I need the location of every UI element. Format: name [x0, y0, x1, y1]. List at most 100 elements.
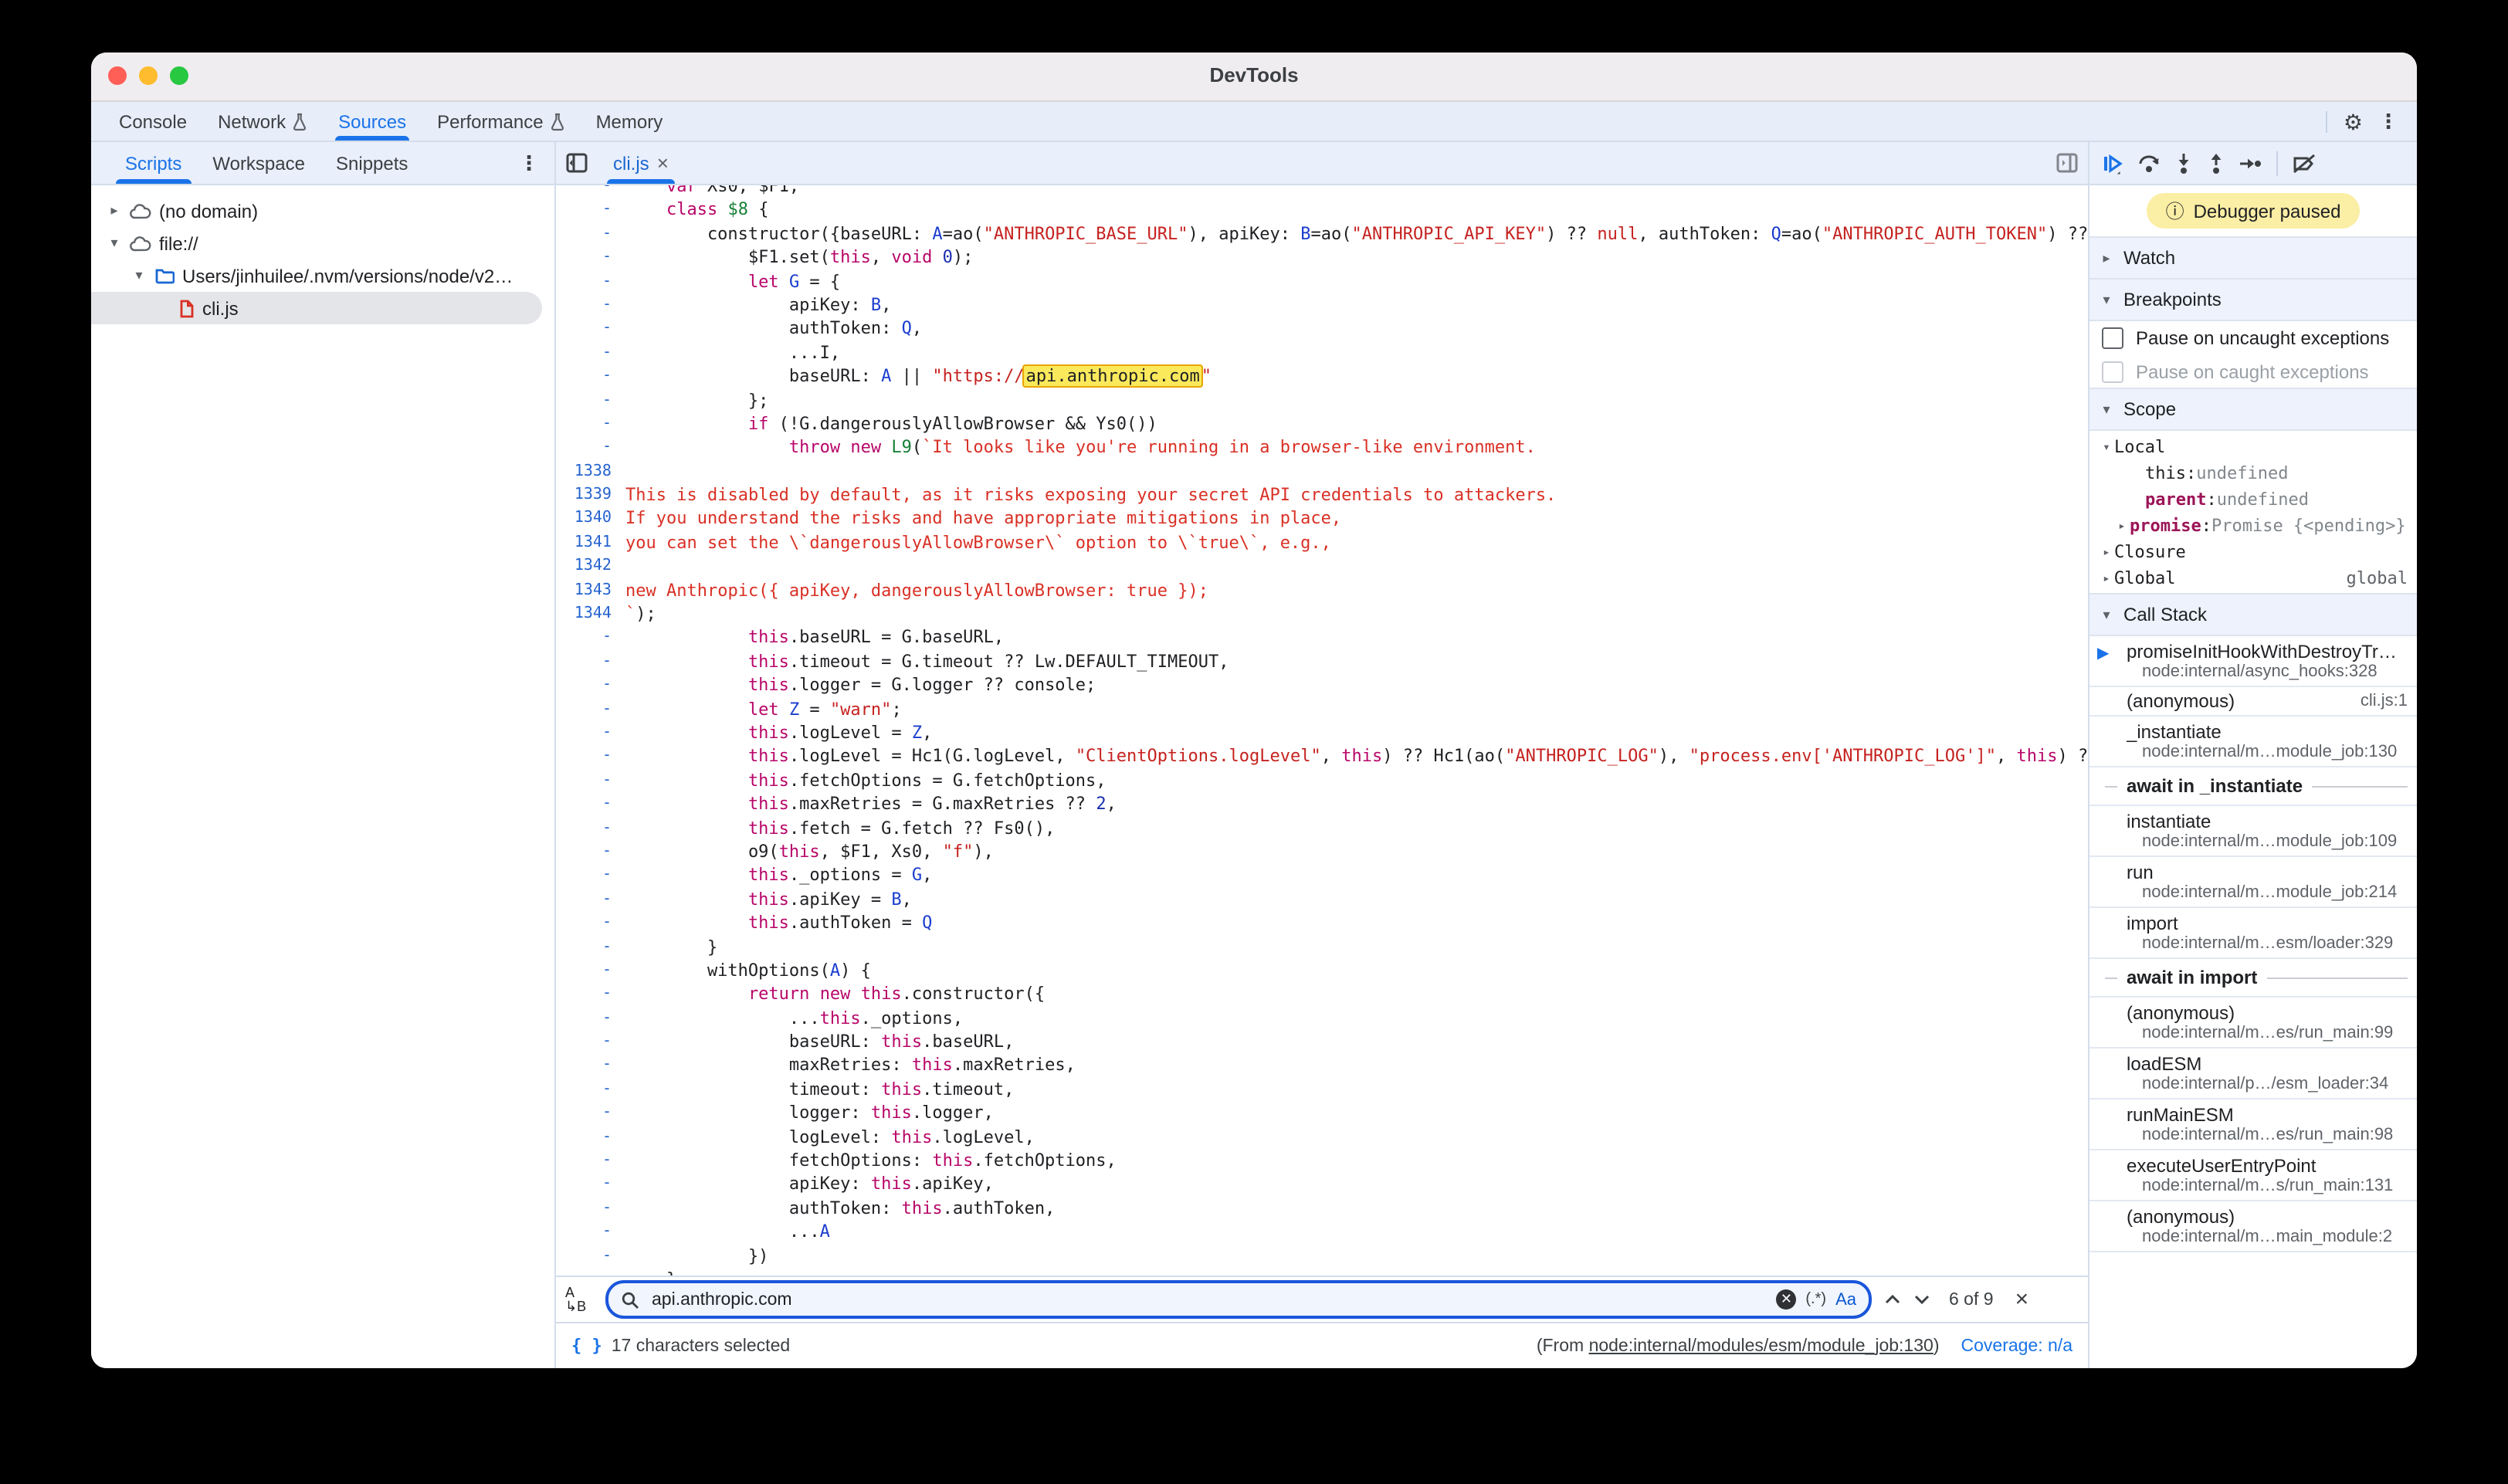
code-line[interactable]: -} — [556, 935, 2088, 959]
code-line[interactable]: -}; — [556, 388, 2088, 412]
call-stack-frame[interactable]: instantiatenode:internal/m…module_job:10… — [2089, 806, 2417, 857]
main-tab-console[interactable]: Console — [103, 102, 202, 141]
gutter-line-number[interactable]: 1342 — [556, 555, 625, 579]
resume-script-icon[interactable] — [2102, 152, 2123, 174]
code-line[interactable]: 1344`); — [556, 602, 2088, 626]
call-stack-frame[interactable]: runnode:internal/m…module_job:214 — [2089, 857, 2417, 908]
code-line[interactable]: -maxRetries: this.maxRetries, — [556, 1054, 2088, 1078]
code-line[interactable]: 1340If you understand the risks and have… — [556, 507, 2088, 531]
section-call-stack[interactable]: ▾ Call Stack — [2089, 593, 2417, 636]
code-line[interactable]: -...A — [556, 1220, 2088, 1244]
code-line[interactable]: -this._options = G, — [556, 864, 2088, 888]
code-line[interactable]: 1341you can set the \`dangerouslyAllowBr… — [556, 531, 2088, 555]
gutter-dash[interactable]: - — [556, 626, 625, 650]
step-over-icon[interactable] — [2137, 152, 2161, 174]
gutter-line-number[interactable]: 1341 — [556, 531, 625, 555]
gutter-dash[interactable]: - — [556, 1078, 625, 1102]
gutter-dash[interactable]: - — [556, 317, 625, 341]
call-stack-frame[interactable]: _instantiatenode:internal/m…module_job:1… — [2089, 717, 2417, 767]
section-scope[interactable]: ▾ Scope — [2089, 388, 2417, 431]
previous-match-icon[interactable] — [1884, 1294, 1901, 1305]
call-stack-frame[interactable]: (anonymous)node:internal/m…es/run_main:9… — [2089, 998, 2417, 1049]
gutter-dash[interactable]: - — [556, 697, 625, 721]
code-line[interactable]: 1339This is disabled by default, as it r… — [556, 483, 2088, 507]
code-line[interactable]: -this.fetchOptions = G.fetchOptions, — [556, 769, 2088, 793]
code-line[interactable]: -this.fetch = G.fetch ?? Fs0(), — [556, 816, 2088, 840]
code-line[interactable]: -...this._options, — [556, 1006, 2088, 1030]
code-editor[interactable]: -var Xs0, $F1;-class $8 {-constructor({b… — [556, 185, 2088, 1276]
gutter-dash[interactable]: - — [556, 412, 625, 436]
gutter-dash[interactable]: - — [556, 1125, 625, 1149]
gutter-dash[interactable]: - — [556, 1268, 625, 1276]
navigator-more-icon[interactable]: ⋮ — [519, 153, 539, 173]
code-line[interactable]: -this.timeout = G.timeout ?? Lw.DEFAULT_… — [556, 650, 2088, 674]
code-line[interactable]: -this.apiKey = B, — [556, 887, 2088, 911]
code-line[interactable]: -throw new L9(`It looks like you're runn… — [556, 436, 2088, 460]
tree-caret-icon[interactable]: ▸ — [2114, 519, 2130, 533]
code-line[interactable]: -var Xs0, $F1; — [556, 185, 2088, 198]
scope-row[interactable]: ▸Closure — [2089, 539, 2417, 565]
hide-navigator-icon[interactable] — [565, 151, 588, 174]
tab-cli-js[interactable]: cli.js × — [598, 142, 684, 184]
gutter-line-number[interactable]: 1338 — [556, 459, 625, 483]
tree-caret-icon[interactable]: ▾ — [131, 267, 147, 284]
code-line[interactable]: 1338 — [556, 459, 2088, 483]
code-line[interactable]: 1342 — [556, 555, 2088, 579]
gutter-line-number[interactable]: 1339 — [556, 483, 625, 507]
code-line[interactable]: 1343new Anthropic({ apiKey, dangerouslyA… — [556, 578, 2088, 602]
step-into-icon[interactable] — [2174, 152, 2193, 174]
gutter-dash[interactable]: - — [556, 246, 625, 269]
code-line[interactable]: -logger: this.logger, — [556, 1101, 2088, 1125]
file-tree-item--no-domain-[interactable]: ▸(no domain) — [91, 195, 554, 227]
code-line[interactable]: -logLevel: this.logLevel, — [556, 1125, 2088, 1149]
gutter-dash[interactable]: - — [556, 1101, 625, 1125]
gutter-dash[interactable]: - — [556, 792, 625, 816]
gutter-dash[interactable]: - — [556, 341, 625, 364]
main-tab-performance[interactable]: Performance — [422, 102, 580, 141]
call-stack-frame[interactable]: importnode:internal/m…esm/loader:329 — [2089, 908, 2417, 959]
search-input[interactable] — [649, 1289, 1767, 1310]
main-tab-network[interactable]: Network — [202, 102, 323, 141]
gutter-dash[interactable]: - — [556, 650, 625, 674]
gutter-dash[interactable]: - — [556, 673, 625, 697]
main-tab-memory[interactable]: Memory — [581, 102, 679, 141]
gutter-dash[interactable]: - — [556, 911, 625, 935]
code-line[interactable]: -...I, — [556, 341, 2088, 364]
clear-search-icon[interactable]: ✕ — [1776, 1289, 1796, 1310]
section-breakpoints[interactable]: ▾ Breakpoints — [2089, 278, 2417, 321]
gutter-dash[interactable]: - — [556, 1030, 625, 1054]
file-tree-item-file-[interactable]: ▾file:// — [91, 227, 554, 259]
source-map-link[interactable]: node:internal/modules/esm/module_job:130 — [1589, 1337, 1934, 1355]
step-icon[interactable] — [2239, 155, 2262, 171]
next-match-icon[interactable] — [1913, 1294, 1930, 1305]
gutter-line-number[interactable]: 1340 — [556, 507, 625, 531]
gutter-dash[interactable]: - — [556, 887, 625, 911]
coverage-link[interactable]: Coverage: n/a — [1961, 1337, 2073, 1355]
call-stack-frame[interactable]: executeUserEntryPointnode:internal/m…s/r… — [2089, 1150, 2417, 1201]
breakpoint-option[interactable]: Pause on uncaught exceptions — [2089, 321, 2417, 355]
close-find-bar-icon[interactable]: × — [2015, 1286, 2029, 1313]
code-line[interactable]: -o9(this, $F1, Xs0, "f"), — [556, 840, 2088, 864]
gutter-dash[interactable]: - — [556, 840, 625, 864]
regex-toggle[interactable]: (.*) — [1805, 1291, 1826, 1308]
scope-row[interactable]: ▾Local — [2089, 434, 2417, 460]
code-line[interactable]: -baseURL: A || "https://api.anthropic.co… — [556, 364, 2088, 388]
checkbox[interactable] — [2102, 327, 2123, 349]
code-line[interactable]: -this.logger = G.logger ?? console; — [556, 673, 2088, 697]
call-stack-frame[interactable]: ▶promiseInitHookWithDestroyTr…node:inter… — [2089, 636, 2417, 687]
code-line[interactable]: -baseURL: this.baseURL, — [556, 1030, 2088, 1054]
gutter-dash[interactable]: - — [556, 935, 625, 959]
code-line[interactable]: -authToken: Q, — [556, 317, 2088, 341]
code-line[interactable]: -this.logLevel = Z, — [556, 721, 2088, 745]
gutter-dash[interactable]: - — [556, 1006, 625, 1030]
hide-debugger-sidebar-icon[interactable] — [2056, 151, 2079, 174]
match-case-toggle[interactable]: Aa — [1835, 1290, 1856, 1309]
gutter-dash[interactable]: - — [556, 1197, 625, 1221]
scope-row[interactable]: ▸Globalglobal — [2089, 565, 2417, 591]
code-line[interactable]: -authToken: this.authToken, — [556, 1197, 2088, 1221]
gutter-dash[interactable]: - — [556, 198, 625, 222]
tree-caret-icon[interactable]: ▸ — [2099, 545, 2114, 559]
navigator-tab-snippets[interactable]: Snippets — [320, 142, 423, 184]
gutter-dash[interactable]: - — [556, 436, 625, 460]
gutter-dash[interactable]: - — [556, 364, 625, 388]
